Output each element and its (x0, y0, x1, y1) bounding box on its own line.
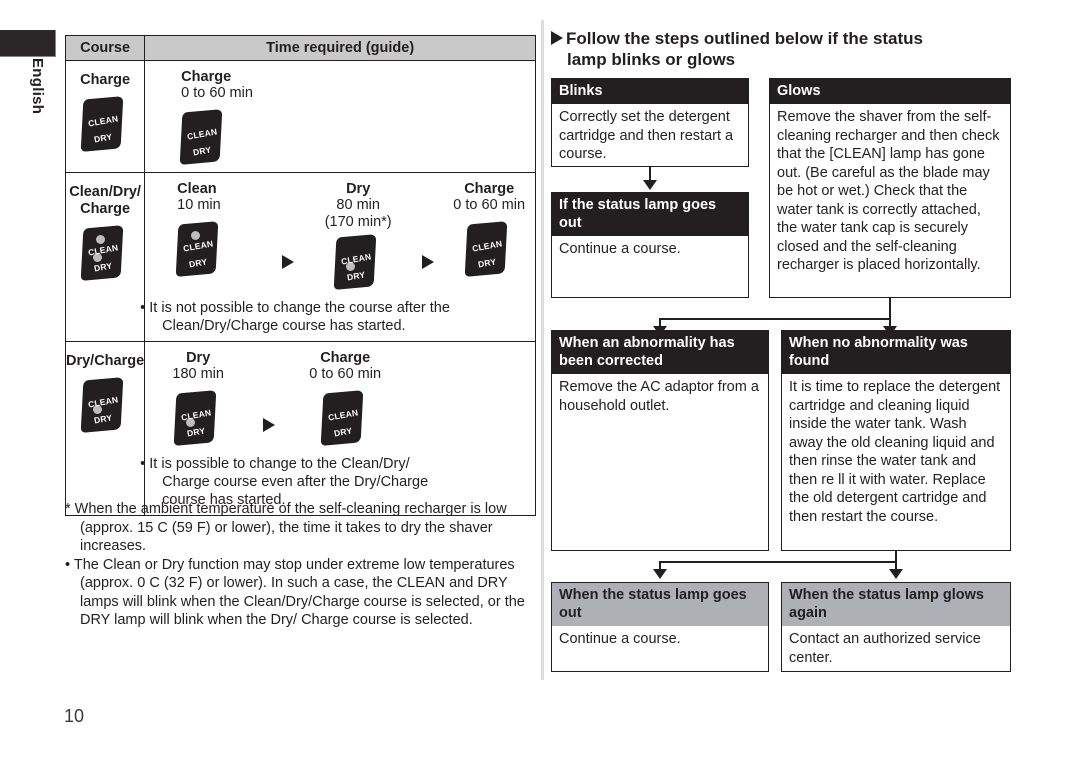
time-cell-clean-dry-charge: Clean 10 min CLEAN DRY Dry 80 min (170 m… (140, 172, 537, 342)
stage-title: Dry (186, 350, 211, 366)
flow-box-abnormality-corrected: When an abnormality has been corrected R… (551, 330, 769, 551)
table-row: Charge CLEAN DRY Charge 0 to 60 min CLEA… (64, 60, 537, 173)
section-heading-line1: Follow the steps outlined below if the s… (566, 29, 924, 48)
stage-title: Charge (320, 350, 371, 366)
lamp-panel-icon: CLEAN DRY (80, 225, 128, 283)
section-heading-line2: lamp blinks or glows (567, 50, 736, 69)
flow-box-no-abnormality-found: When no abnormality was found It is time… (781, 330, 1011, 551)
flow-box-glows: Glows Remove the shaver from the self-cl… (769, 78, 1011, 298)
note-line: It is possible to change to the Clean/Dr… (149, 456, 410, 472)
connector-line (659, 318, 891, 320)
course-time-table: Course Time required (guide) Charge CLEA… (64, 35, 537, 516)
page-divider (541, 20, 544, 680)
note-line: Clean/Dry/Charge course has started. (162, 318, 406, 334)
flow-box-header: When an abnormality has been corrected (552, 331, 768, 374)
flow-box-header: If the status lamp goes out (552, 193, 748, 236)
table-row: Clean/Dry/ Charge CLEAN DRY Clean 10 min (64, 172, 537, 342)
row-note: • It is not possible to change the cours… (140, 297, 535, 341)
lamp-panel-icon: CLEAN DRY (80, 377, 128, 435)
stage-title: Clean (177, 181, 217, 197)
flow-box-body: Continue a course. (559, 241, 681, 257)
connector-line (659, 561, 897, 563)
stage-title: Charge (464, 181, 515, 197)
stage-time-alt: (170 min*) (324, 214, 392, 230)
flow-box-header: When the status lamp glows again (782, 583, 1010, 626)
stage-time: 180 min (172, 366, 224, 382)
flow-box-header: When no abnormality was found (782, 331, 1010, 374)
footnotes: * When the ambient temperature of the se… (65, 500, 535, 630)
connector-arrowhead (643, 180, 657, 190)
stage-title: Charge (181, 69, 232, 85)
table-row: Dry/Charge CLEAN DRY Dry 180 min CLEAN D… (64, 341, 537, 516)
flow-arrow-icon (422, 254, 435, 269)
page-number: 10 (64, 706, 85, 726)
flow-box-header: When the status lamp goes out (552, 583, 768, 626)
connector-arrowhead (889, 569, 903, 579)
lamp-panel-icon: CLEAN DRY (464, 221, 512, 279)
flow-box-header: Glows (770, 79, 1010, 104)
flow-arrow-icon (282, 254, 295, 269)
lamp-panel-icon: CLEAN DRY (320, 390, 368, 448)
triangle-bullet-icon (551, 31, 563, 45)
note-line: It is not possible to change the course … (149, 300, 450, 316)
course-name: Clean/Dry/ Charge (69, 184, 141, 217)
flow-box-body: Correctly set the detergent cartridge an… (559, 109, 734, 162)
time-cell-dry-charge: Dry 180 min CLEAN DRY Charge 0 to 60 min… (140, 341, 537, 516)
lamp-panel-icon: CLEAN DRY (333, 234, 381, 292)
flow-box-body: Continue a course. (559, 631, 681, 647)
flow-box-lamp-goes-out: When the status lamp goes out Continue a… (551, 582, 769, 672)
note-line: Charge course even after the Dry/Charge (162, 474, 429, 490)
connector-line (889, 298, 891, 320)
lamp-panel-icon: CLEAN DRY (175, 221, 223, 279)
section-heading: Follow the steps outlined below if the s… (551, 28, 1011, 70)
stage-time: 0 to 60 min (453, 197, 526, 213)
lamp-panel-icon: CLEAN DRY (173, 390, 221, 448)
course-cell-clean-dry-charge: Clean/Dry/ Charge CLEAN DRY (64, 172, 146, 342)
footnote-asterisk: * When the ambient temperature of the se… (65, 501, 507, 554)
column-header-course: Course (64, 35, 146, 61)
flow-box-blinks: Blinks Correctly set the detergent cartr… (551, 78, 749, 167)
flow-arrow-icon (263, 417, 276, 432)
clean-lamp-dot (96, 235, 106, 244)
flow-box-body: Contact an authorized service center. (789, 631, 981, 666)
lamp-panel-icon: CLEAN DRY (80, 96, 128, 154)
course-name: Charge (80, 72, 131, 88)
flow-box-body: It is time to replace the detergent cart… (789, 379, 1001, 525)
flow-box-body: Remove the shaver from the self-cleaning… (777, 109, 1000, 273)
course-name: Dry/Charge (66, 353, 145, 369)
time-cell-charge: Charge 0 to 60 min CLEAN DRY (144, 60, 537, 173)
language-tab-marker (0, 30, 56, 57)
stage-time: 0 to 60 min (309, 366, 382, 382)
language-label: English (29, 58, 46, 115)
stage-title: Dry (346, 181, 371, 197)
table-header-row: Course Time required (guide) (64, 35, 537, 61)
flow-box-lamp-glows-again: When the status lamp glows again Contact… (781, 582, 1011, 672)
footnote-bullet: • The Clean or Dry function may stop und… (65, 556, 525, 629)
stage-time: 80 min (336, 197, 380, 213)
connector-arrowhead (653, 569, 667, 579)
stage-time: 10 min (177, 197, 221, 213)
stage-time: 0 to 60 min (181, 85, 253, 101)
course-cell-charge: Charge CLEAN DRY (64, 60, 146, 173)
flow-box-status-lamp-goes-out: If the status lamp goes out Continue a c… (551, 192, 749, 298)
course-cell-dry-charge: Dry/Charge CLEAN DRY (64, 341, 146, 516)
lamp-panel-icon: CLEAN DRY (179, 109, 227, 167)
flow-box-body: Remove the AC adaptor from a household o… (559, 379, 759, 414)
flow-box-header: Blinks (552, 79, 748, 104)
column-header-time: Time required (guide) (144, 35, 537, 61)
